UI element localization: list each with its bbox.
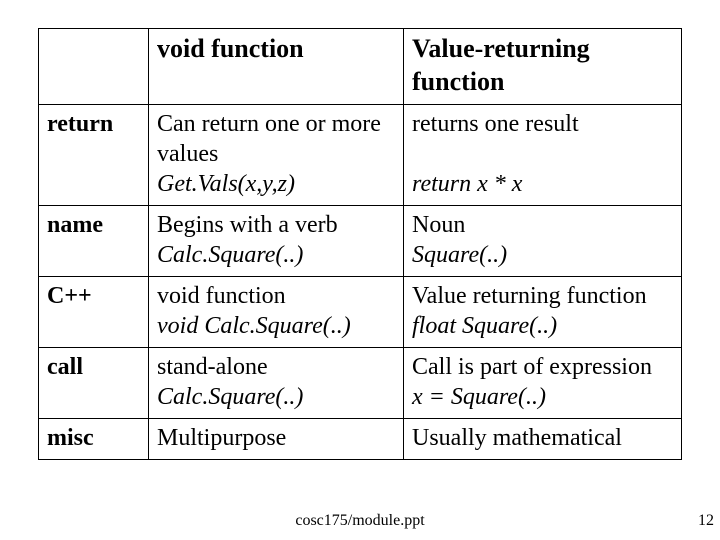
row-label-name: name (39, 206, 149, 277)
corner-cell (39, 29, 149, 105)
cell-text: Noun (412, 212, 465, 238)
cell-text: Can return one or more values (157, 111, 381, 167)
cell-text: returns one result (412, 111, 579, 137)
cell-call-value: Call is part of expression x = Square(..… (404, 348, 682, 419)
row-label-misc: misc (39, 419, 149, 460)
slide: void function Value-returning function r… (0, 0, 720, 540)
cell-example: Calc.Square(..) (157, 384, 303, 410)
page-number: 12 (698, 512, 714, 530)
cell-call-void: stand-alone Calc.Square(..) (149, 348, 404, 419)
cell-example: void Calc.Square(..) (157, 313, 351, 339)
row-label-cpp: C++ (39, 277, 149, 348)
cell-misc-void: Multipurpose (149, 419, 404, 460)
row-return: return Can return one or more values Get… (39, 105, 682, 206)
row-call: call stand-alone Calc.Square(..) Call is… (39, 348, 682, 419)
row-label-call: call (39, 348, 149, 419)
cell-example: Square(..) (412, 242, 507, 268)
cell-example: return x * x (412, 171, 522, 197)
cell-cpp-void: void function void Calc.Square(..) (149, 277, 404, 348)
cell-name-value: Noun Square(..) (404, 206, 682, 277)
cell-name-void: Begins with a verb Calc.Square(..) (149, 206, 404, 277)
cell-text: Call is part of expression (412, 354, 652, 380)
cell-example: Get.Vals(x,y,z) (157, 171, 295, 197)
cell-text: stand-alone (157, 354, 268, 380)
row-name: name Begins with a verb Calc.Square(..) … (39, 206, 682, 277)
cell-return-void: Can return one or more values Get.Vals(x… (149, 105, 404, 206)
col-header-value: Value-returning function (404, 29, 682, 105)
cell-example: float Square(..) (412, 313, 557, 339)
cell-misc-value: Usually mathematical (404, 419, 682, 460)
cell-text: Usually mathematical (412, 425, 622, 451)
comparison-table: void function Value-returning function r… (38, 28, 682, 460)
col-header-void: void function (149, 29, 404, 105)
cell-example: x = Square(..) (412, 384, 546, 410)
cell-return-value: returns one result return x * x (404, 105, 682, 206)
cell-text: Multipurpose (157, 425, 286, 451)
cell-text: Begins with a verb (157, 212, 338, 238)
header-row: void function Value-returning function (39, 29, 682, 105)
row-cpp: C++ void function void Calc.Square(..) V… (39, 277, 682, 348)
footer-path: cosc175/module.ppt (0, 512, 720, 530)
row-label-return: return (39, 105, 149, 206)
cell-example: Calc.Square(..) (157, 242, 303, 268)
cell-text: Value returning function (412, 283, 647, 309)
row-misc: misc Multipurpose Usually mathematical (39, 419, 682, 460)
cell-cpp-value: Value returning function float Square(..… (404, 277, 682, 348)
cell-text: void function (157, 283, 286, 309)
